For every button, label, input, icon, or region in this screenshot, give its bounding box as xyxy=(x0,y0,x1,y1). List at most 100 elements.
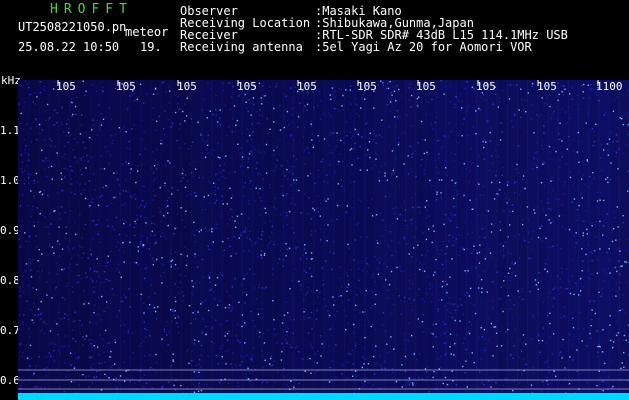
noise-speckle xyxy=(310,125,313,128)
noise-speckle xyxy=(625,114,627,116)
noise-speckle xyxy=(109,154,112,157)
noise-speckle xyxy=(273,360,276,362)
noise-speckle xyxy=(209,281,212,283)
noise-speckle xyxy=(217,142,219,145)
noise-speckle xyxy=(261,234,263,236)
noise-speckle xyxy=(542,380,544,383)
noise-speckle xyxy=(214,202,216,204)
noise-speckle xyxy=(249,380,251,382)
noise-speckle xyxy=(239,364,241,367)
noise-speckle xyxy=(407,84,409,86)
noise-speckle xyxy=(557,82,559,84)
noise-speckle xyxy=(167,190,169,192)
noise-speckle xyxy=(238,95,240,97)
noise-speckle xyxy=(617,332,620,334)
noise-speckle xyxy=(250,310,252,313)
noise-speckle xyxy=(432,346,434,348)
noise-band xyxy=(435,80,447,400)
noise-speckle xyxy=(84,183,87,185)
noise-speckle xyxy=(63,268,65,270)
noise-speckle xyxy=(33,371,35,374)
noise-speckle xyxy=(74,105,77,108)
noise-speckle xyxy=(579,278,582,280)
noise-speckle xyxy=(210,242,212,244)
noise-speckle xyxy=(65,335,67,337)
noise-speckle xyxy=(217,363,219,365)
noise-speckle xyxy=(615,266,617,268)
noise-speckle xyxy=(332,296,334,298)
noise-speckle xyxy=(610,339,612,342)
noise-speckle xyxy=(201,258,204,261)
noise-speckle xyxy=(409,145,411,147)
noise-speckle xyxy=(550,222,552,224)
noise-speckle xyxy=(202,98,204,100)
noise-speckle xyxy=(237,385,240,388)
noise-speckle xyxy=(596,272,598,274)
noise-speckle xyxy=(367,368,369,370)
noise-speckle xyxy=(509,267,511,270)
noise-speckle xyxy=(347,322,349,324)
noise-speckle xyxy=(602,225,605,227)
noise-speckle xyxy=(123,261,125,263)
noise-speckle xyxy=(256,111,258,113)
noise-speckle xyxy=(612,341,615,343)
noise-speckle xyxy=(61,268,63,271)
noise-speckle xyxy=(180,207,182,209)
noise-speckle xyxy=(81,246,83,249)
noise-speckle xyxy=(576,208,579,211)
noise-speckle xyxy=(585,122,587,124)
noise-speckle xyxy=(304,149,306,152)
noise-speckle xyxy=(408,383,410,386)
noise-speckle xyxy=(294,347,297,349)
noise-speckle xyxy=(241,156,244,158)
noise-speckle xyxy=(588,301,590,303)
noise-speckle xyxy=(537,281,540,284)
noise-speckle xyxy=(553,147,555,149)
noise-speckle xyxy=(195,318,197,320)
noise-speckle xyxy=(522,219,524,221)
noise-speckle xyxy=(90,253,92,255)
noise-speckle xyxy=(53,124,55,126)
noise-speckle xyxy=(43,368,46,370)
noise-speckle xyxy=(193,160,195,163)
noise-speckle xyxy=(198,176,200,179)
noise-speckle xyxy=(470,265,473,268)
noise-speckle xyxy=(19,205,22,207)
noise-speckle xyxy=(289,343,291,346)
noise-speckle xyxy=(304,370,306,372)
noise-speckle xyxy=(159,187,161,189)
noise-speckle xyxy=(182,295,185,297)
noise-speckle xyxy=(399,269,402,272)
noise-speckle xyxy=(464,221,466,224)
noise-speckle xyxy=(614,217,616,219)
noise-speckle xyxy=(438,253,440,255)
noise-speckle xyxy=(304,126,306,129)
noise-speckle xyxy=(604,221,607,224)
noise-speckle xyxy=(313,209,316,211)
noise-speckle xyxy=(256,329,259,332)
noise-speckle xyxy=(97,233,99,235)
noise-speckle xyxy=(373,130,375,132)
noise-speckle xyxy=(340,88,342,91)
noise-speckle xyxy=(39,276,41,279)
noise-speckle xyxy=(209,289,211,291)
noise-speckle xyxy=(291,169,293,171)
noise-speckle xyxy=(475,366,477,368)
noise-speckle xyxy=(28,177,30,179)
noise-speckle xyxy=(473,304,476,306)
noise-speckle xyxy=(319,215,321,217)
noise-speckle xyxy=(355,376,357,378)
noise-speckle xyxy=(178,128,181,130)
noise-speckle xyxy=(73,246,75,249)
noise-speckle xyxy=(259,109,261,111)
noise-speckle xyxy=(494,223,496,225)
noise-speckle xyxy=(193,234,196,236)
noise-speckle xyxy=(306,291,309,293)
noise-speckle xyxy=(605,272,607,274)
noise-speckle xyxy=(569,171,572,173)
noise-speckle xyxy=(572,343,574,345)
noise-speckle xyxy=(290,135,292,138)
noise-speckle xyxy=(320,202,322,204)
noise-speckle xyxy=(367,149,369,151)
noise-speckle xyxy=(556,95,559,98)
